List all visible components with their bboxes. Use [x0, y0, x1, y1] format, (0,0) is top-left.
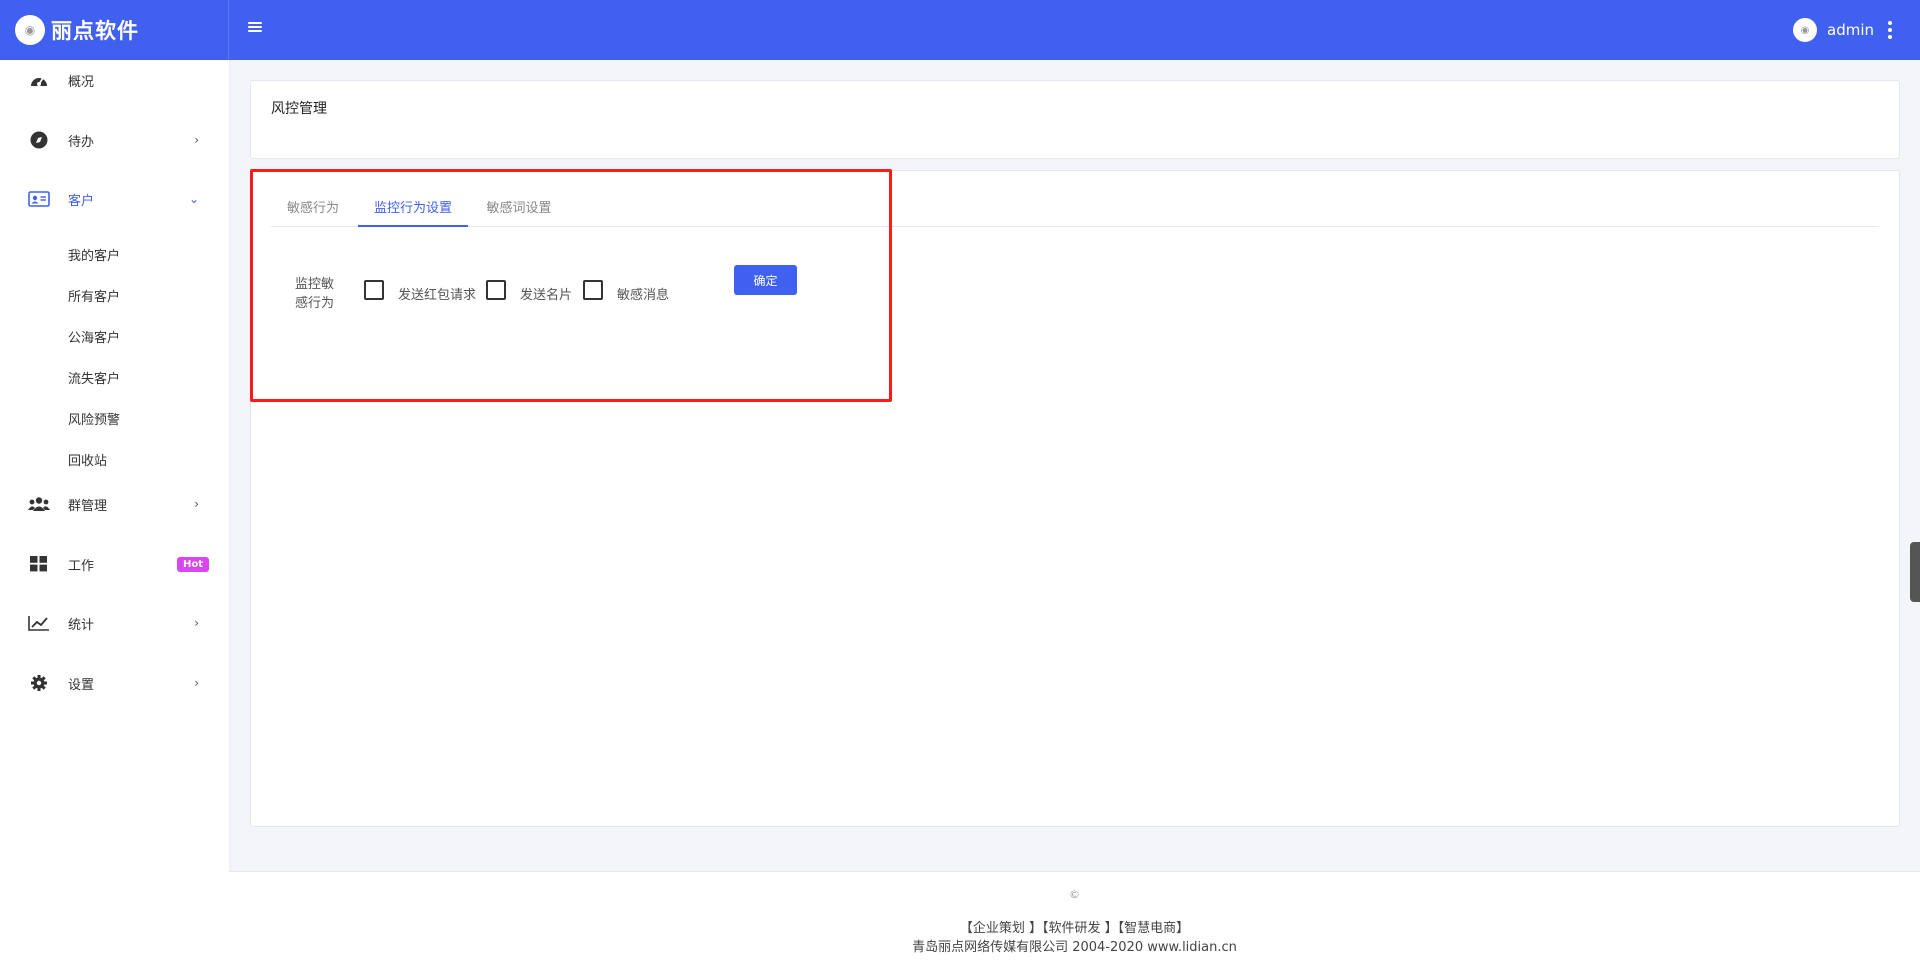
sidebar-subitem-lost-customers[interactable]: 流失客户: [68, 368, 120, 387]
confirm-button[interactable]: 确定: [734, 265, 797, 295]
copyright-symbol: ©: [1069, 888, 1080, 901]
avatar[interactable]: ◉: [1793, 18, 1817, 42]
dashboard-icon: [28, 71, 50, 89]
sidebar-item-label: 待办: [68, 134, 95, 150]
sensitive-message-label[interactable]: 敏感消息: [617, 284, 669, 303]
sidebar-item-customer[interactable]: 客户 ⌄: [0, 179, 229, 219]
sidebar-item-groups[interactable]: 群管理 ›: [0, 484, 229, 524]
footer: © 【企业策划 】【软件研发 】【智慧电商】 青岛丽点网络传媒有限公司 2004…: [229, 871, 1920, 969]
sidebar-item-todo[interactable]: 待办 ›: [0, 120, 229, 160]
tab-sensitive-words[interactable]: 敏感词设置: [471, 191, 567, 227]
sidebar-item-label: 统计: [68, 617, 95, 633]
sidebar-item-work[interactable]: 工作 Hot: [0, 544, 229, 584]
hot-badge: Hot: [176, 556, 209, 572]
grid-icon: [28, 555, 50, 573]
sidebar-item-overview[interactable]: 概况: [0, 60, 229, 100]
menu-toggle-icon[interactable]: [248, 20, 262, 34]
user-menu[interactable]: ◉ admin: [1793, 0, 1892, 60]
red-packet-checkbox[interactable]: [364, 280, 384, 300]
user-name[interactable]: admin: [1827, 21, 1874, 39]
sidebar-item-label: 概况: [68, 74, 95, 90]
chevron-right-icon: ›: [194, 676, 199, 690]
tab-monitor-settings[interactable]: 监控行为设置: [358, 191, 468, 227]
sidebar-subitem-public-customers[interactable]: 公海客户: [68, 327, 120, 346]
sidebar-item-settings[interactable]: 设置 ›: [0, 663, 229, 703]
users-icon: [28, 495, 50, 513]
tab-sensitive-behavior[interactable]: 敏感行为: [271, 191, 355, 227]
chevron-right-icon: ›: [194, 133, 199, 147]
chevron-down-icon: ⌄: [188, 192, 199, 206]
footer-links[interactable]: 【企业策划 】【软件研发 】【智慧电商】: [229, 917, 1920, 936]
sensitive-message-checkbox[interactable]: [583, 280, 603, 300]
sidebar-item-statistics[interactable]: 统计 ›: [0, 603, 229, 643]
chevron-right-icon: ›: [194, 497, 199, 511]
id-card-icon: [28, 190, 50, 208]
business-card-label[interactable]: 发送名片: [520, 284, 572, 303]
sidebar-subitem-my-customers[interactable]: 我的客户: [68, 245, 120, 264]
logo-icon: ◉: [15, 15, 45, 45]
red-packet-label[interactable]: 发送红包请求: [398, 284, 476, 303]
sidebar-item-label: 工作: [68, 558, 95, 574]
compass-icon: [28, 131, 50, 149]
more-vertical-icon[interactable]: [1888, 21, 1892, 39]
sidebar-item-label: 客户: [68, 193, 95, 209]
sidebar-subitem-risk-warning[interactable]: 风险预警: [68, 409, 120, 428]
chevron-right-icon: ›: [194, 616, 199, 630]
main-card: 敏感行为 监控行为设置 敏感词设置 监控敏感行为 发送红包请求 发送名片 敏感消…: [250, 170, 1900, 827]
brand-name: 丽点软件: [51, 19, 139, 43]
top-bar: ◉ 丽点软件 ◉ admin: [0, 0, 1920, 60]
side-panel-handle[interactable]: [1910, 542, 1920, 602]
sidebar-item-label: 设置: [68, 677, 95, 693]
sidebar: 概况 待办 › 客户 ⌄ 我的客户 所有客户 公海客户 流失客户 风险预警 回收…: [0, 60, 229, 969]
brand[interactable]: ◉ 丽点软件: [0, 0, 229, 60]
page-title: 风控管理: [271, 101, 327, 117]
tab-bar: 敏感行为 监控行为设置 敏感词设置: [271, 191, 1879, 227]
line-chart-icon: [28, 614, 50, 632]
sidebar-subitem-all-customers[interactable]: 所有客户: [68, 286, 120, 305]
footer-company: 青岛丽点网络传媒有限公司 2004-2020 www.lidian.cn: [912, 940, 1237, 955]
business-card-checkbox[interactable]: [486, 280, 506, 300]
monitor-behavior-label: 监控敏感行为: [295, 277, 335, 311]
gear-icon: [28, 674, 50, 692]
sidebar-subitem-recycle-bin[interactable]: 回收站: [68, 450, 107, 469]
page-header-card: 风控管理: [250, 80, 1900, 159]
sidebar-item-label: 群管理: [68, 498, 108, 514]
